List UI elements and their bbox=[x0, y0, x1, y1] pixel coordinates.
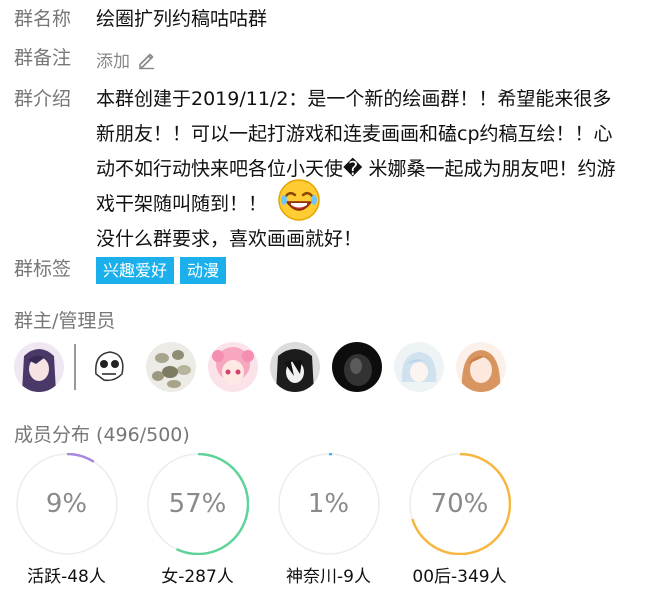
admin-avatar-1[interactable] bbox=[84, 342, 134, 392]
group-name-value: 绘圈扩列约稿咕咕群 bbox=[96, 8, 268, 30]
stat-ring: 1% bbox=[277, 453, 380, 555]
member-stats: 9% 活跃-48人 57% 女-287人 1% 神奈川-9人 70% 00后-3… bbox=[14, 453, 538, 587]
group-intro-label: 群介绍 bbox=[14, 88, 72, 110]
stat-female[interactable]: 57% 女-287人 bbox=[145, 453, 276, 587]
stat-percent: 70% bbox=[430, 489, 489, 519]
pencil-icon bbox=[139, 53, 154, 69]
group-remark-label: 群备注 bbox=[14, 47, 72, 69]
stat-active[interactable]: 9% 活跃-48人 bbox=[14, 453, 145, 587]
admin-avatar-2[interactable] bbox=[146, 342, 196, 392]
group-intro-text-part2: 没什么群要求，喜欢画画就好！ bbox=[96, 228, 363, 250]
stat-percent: 9% bbox=[45, 489, 88, 519]
stat-caption: 00后-349人 bbox=[412, 567, 507, 587]
stat-caption: 神奈川-9人 bbox=[286, 567, 371, 587]
stat-percent: 1% bbox=[307, 489, 350, 519]
group-name-row: 群名称 绘圈扩列约稿咕咕群 bbox=[14, 6, 267, 32]
stat-region[interactable]: 1% 神奈川-9人 bbox=[276, 453, 407, 587]
admin-avatar-3[interactable] bbox=[208, 342, 258, 392]
add-remark-button[interactable]: 添加 bbox=[96, 47, 156, 72]
laughing-face-emoji-icon bbox=[278, 178, 320, 221]
stat-age[interactable]: 70% 00后-349人 bbox=[407, 453, 538, 587]
admin-avatar-5[interactable] bbox=[332, 342, 382, 392]
owner-avatar[interactable] bbox=[14, 342, 64, 392]
group-name-label: 群名称 bbox=[14, 8, 72, 30]
admin-avatar-4[interactable] bbox=[270, 342, 320, 392]
group-tags-label: 群标签 bbox=[14, 258, 72, 280]
group-intro-text-part1: 本群创建于2019/11/2：是一个新的绘画群！！希望能来很多新朋友！！可以一起… bbox=[96, 88, 616, 215]
add-remark-label: 添加 bbox=[96, 52, 130, 72]
stat-caption: 女-287人 bbox=[161, 567, 234, 587]
stat-ring: 57% bbox=[146, 453, 249, 555]
tag-anime[interactable]: 动漫 bbox=[180, 257, 227, 284]
stat-caption: 活跃-48人 bbox=[27, 567, 106, 587]
admin-avatar-list bbox=[14, 342, 518, 392]
members-title: 成员分布 (496/500) bbox=[14, 424, 190, 446]
admin-avatar-7[interactable] bbox=[456, 342, 506, 392]
avatar-divider bbox=[74, 344, 76, 390]
group-tags-row: 群标签 兴趣爱好 动漫 bbox=[14, 256, 232, 284]
admin-avatar-6[interactable] bbox=[394, 342, 444, 392]
group-intro-text: 本群创建于2019/11/2：是一个新的绘画群！！希望能来很多新朋友！！可以一起… bbox=[96, 82, 616, 257]
group-intro-row: 群介绍 本群创建于2019/11/2：是一个新的绘画群！！希望能来很多新朋友！！… bbox=[14, 86, 616, 257]
group-remark-row: 群备注 添加 bbox=[14, 45, 156, 72]
stat-percent: 57% bbox=[168, 489, 227, 519]
stat-ring: 70% bbox=[408, 453, 511, 555]
tag-interest[interactable]: 兴趣爱好 bbox=[96, 257, 175, 284]
admins-title: 群主/管理员 bbox=[14, 310, 116, 332]
stat-ring: 9% bbox=[15, 453, 118, 555]
